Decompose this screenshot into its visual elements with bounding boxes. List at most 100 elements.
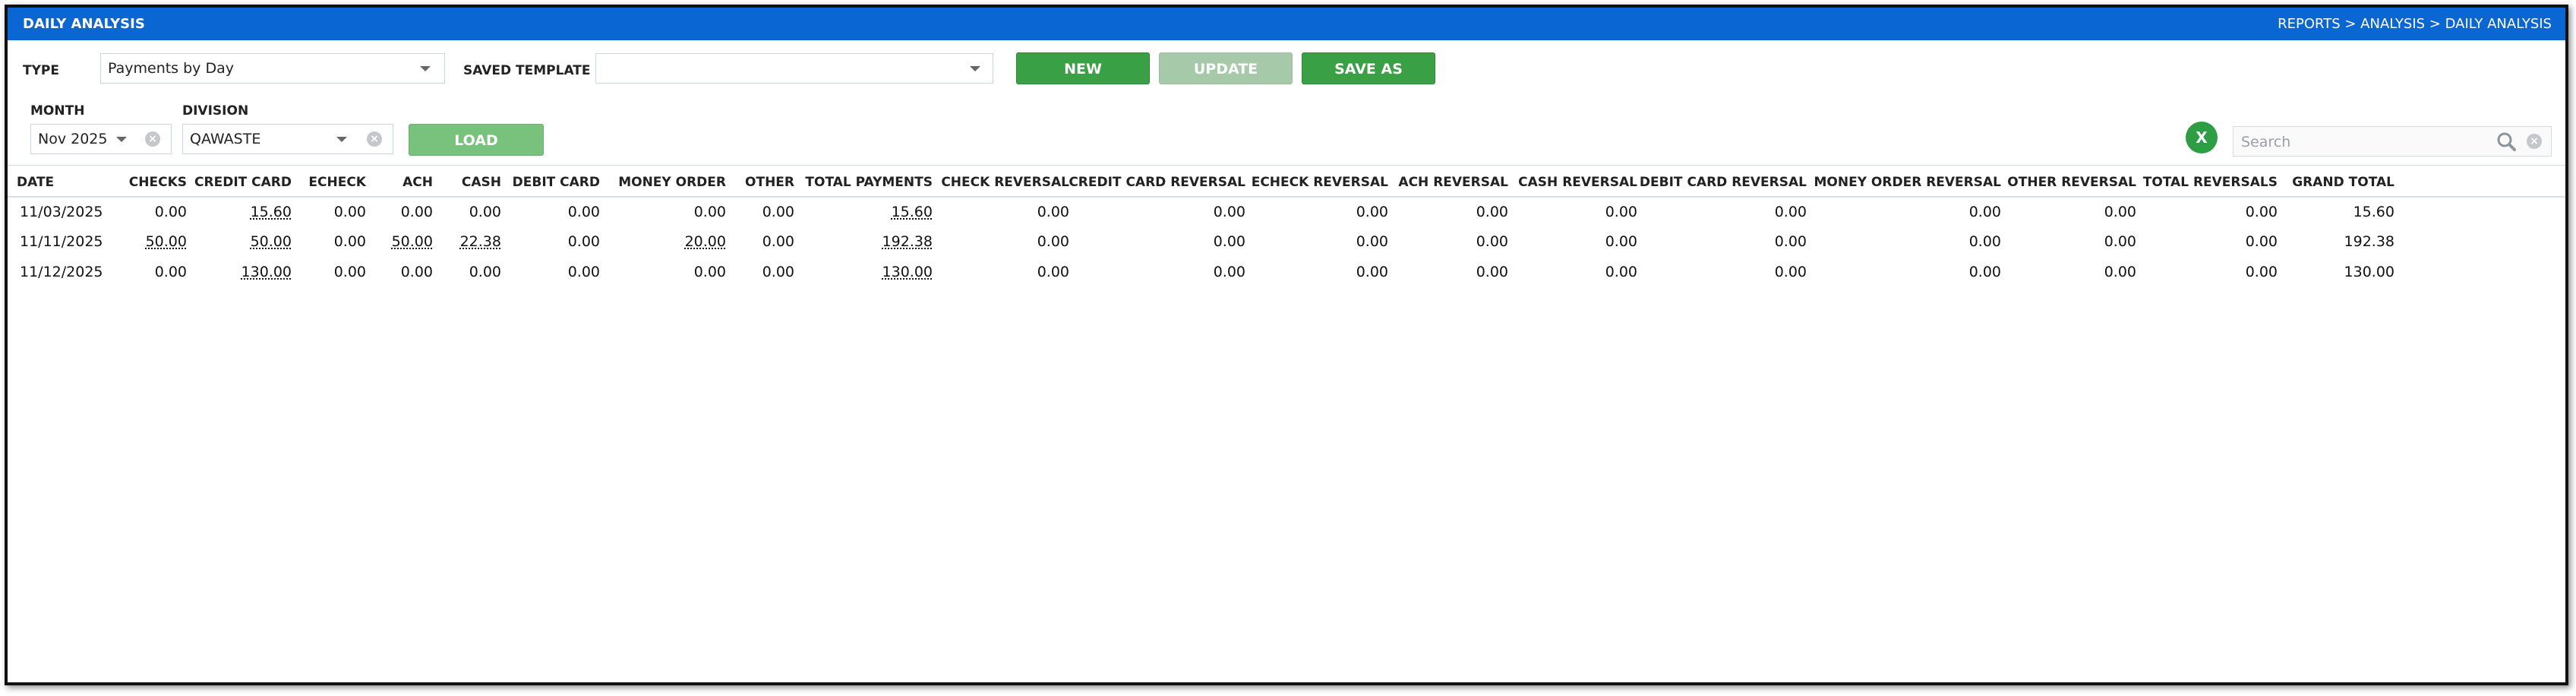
amount-cell: 0.00 bbox=[1605, 264, 1637, 280]
amount-cell[interactable]: 130.00 bbox=[242, 264, 292, 280]
chevron-down-icon bbox=[116, 137, 127, 142]
amount-cell: 0.00 bbox=[1968, 264, 2001, 280]
column-header[interactable]: DEBIT CARD bbox=[513, 175, 600, 190]
clear-division-icon[interactable]: × bbox=[367, 131, 382, 147]
chevron-down-icon bbox=[970, 66, 980, 71]
daily-analysis-window: DAILY ANALYSIS REPORTS > ANALYSIS > DAIL… bbox=[5, 5, 2568, 685]
table-row[interactable]: 11/11/2025 50.00 50.00 0.00 50.00 22.38 0.00 20… bbox=[8, 233, 2565, 256]
amount-cell: 0.00 bbox=[154, 264, 187, 280]
type-select[interactable]: Payments by Day bbox=[100, 53, 445, 84]
column-header[interactable]: TOTAL REVERSALS bbox=[2143, 175, 2278, 190]
amount-cell[interactable]: 22.38 bbox=[460, 233, 501, 250]
clear-search-icon[interactable]: × bbox=[2527, 134, 2542, 149]
amount-cell: 15.60 bbox=[2353, 204, 2394, 220]
search-icon[interactable] bbox=[2496, 131, 2516, 151]
amount-cell: 0.00 bbox=[469, 264, 501, 280]
amount-cell: 0.00 bbox=[2245, 264, 2278, 280]
column-header[interactable]: ACH bbox=[402, 175, 433, 190]
division-label: DIVISION bbox=[182, 103, 249, 119]
amount-cell: 0.00 bbox=[1774, 264, 1807, 280]
amount-cell: 0.00 bbox=[1213, 233, 1245, 250]
division-select-value: QAWASTE bbox=[190, 131, 261, 147]
division-select[interactable]: QAWASTE × bbox=[182, 124, 393, 154]
type-label: TYPE bbox=[23, 63, 59, 78]
column-header[interactable]: CHECKS bbox=[129, 175, 187, 190]
column-header[interactable]: CASH REVERSAL bbox=[1518, 175, 1637, 190]
column-header[interactable]: ECHECK bbox=[308, 175, 366, 190]
update-button[interactable]: UPDATE bbox=[1159, 52, 1293, 84]
amount-cell: 0.00 bbox=[1356, 264, 1388, 280]
table-row[interactable]: 11/12/2025 0.00 130.00 0.00 0.00 0.00 0.00 0.00… bbox=[8, 264, 2565, 286]
clear-month-icon[interactable]: × bbox=[145, 131, 160, 147]
daily-analysis-table: DATE CHECKS CREDIT CARD ECHECK ACH CASH DEBIT … bbox=[8, 165, 2565, 682]
load-button[interactable]: LOAD bbox=[409, 124, 544, 156]
column-header[interactable]: DEBIT CARD REVERSAL bbox=[1640, 175, 1807, 190]
date-cell: 11/12/2025 bbox=[20, 264, 103, 280]
column-header[interactable]: CREDIT CARD REVERSAL bbox=[1069, 175, 1245, 190]
amount-cell[interactable]: 50.00 bbox=[392, 233, 433, 250]
amount-cell: 0.00 bbox=[762, 233, 794, 250]
saved-template-label: SAVED TEMPLATE bbox=[463, 63, 591, 78]
page-title: DAILY ANALYSIS bbox=[23, 16, 145, 32]
amount-cell[interactable]: 50.00 bbox=[146, 233, 187, 250]
table-row[interactable]: 11/03/2025 0.00 15.60 0.00 0.00 0.00 0.00 0.00 0… bbox=[8, 204, 2565, 226]
column-header[interactable]: GRAND TOTAL bbox=[2292, 175, 2394, 190]
column-header[interactable]: OTHER bbox=[745, 175, 794, 190]
amount-cell: 0.00 bbox=[1774, 204, 1807, 220]
amount-cell: 130.00 bbox=[2344, 264, 2394, 280]
month-select[interactable]: Nov 2025 × bbox=[30, 124, 172, 154]
amount-cell: 0.00 bbox=[567, 204, 600, 220]
amount-cell: 0.00 bbox=[693, 264, 726, 280]
column-header[interactable]: CHECK REVERSAL bbox=[941, 175, 1069, 190]
amount-cell: 0.00 bbox=[1605, 233, 1637, 250]
amount-cell: 0.00 bbox=[1774, 233, 1807, 250]
amount-cell: 0.00 bbox=[1037, 264, 1069, 280]
amount-cell: 0.00 bbox=[1213, 264, 1245, 280]
amount-cell: 0.00 bbox=[1213, 204, 1245, 220]
new-button[interactable]: NEW bbox=[1016, 52, 1150, 84]
title-bar: DAILY ANALYSIS REPORTS > ANALYSIS > DAIL… bbox=[8, 8, 2565, 40]
amount-cell: 192.38 bbox=[2344, 233, 2394, 250]
column-header[interactable]: TOTAL PAYMENTS bbox=[805, 175, 933, 190]
save-as-button[interactable]: SAVE AS bbox=[1302, 52, 1435, 84]
amount-cell: 0.00 bbox=[400, 204, 433, 220]
amount-cell: 0.00 bbox=[1356, 204, 1388, 220]
column-header[interactable]: CREDIT CARD bbox=[194, 175, 292, 190]
column-header[interactable]: MONEY ORDER REVERSAL bbox=[1814, 175, 2001, 190]
amount-cell: 0.00 bbox=[567, 264, 600, 280]
excel-export-icon[interactable]: X bbox=[2186, 122, 2218, 153]
breadcrumb[interactable]: REPORTS > ANALYSIS > DAILY ANALYSIS bbox=[2278, 16, 2552, 32]
column-header[interactable]: CASH bbox=[462, 175, 501, 190]
column-header[interactable]: MONEY ORDER bbox=[618, 175, 726, 190]
amount-cell: 0.00 bbox=[1968, 204, 2001, 220]
amount-cell: 0.00 bbox=[333, 204, 366, 220]
table-header: DATE CHECKS CREDIT CARD ECHECK ACH CASH DEBIT … bbox=[8, 165, 2565, 198]
amount-cell[interactable]: 130.00 bbox=[882, 264, 933, 280]
date-cell: 11/11/2025 bbox=[20, 233, 103, 250]
amount-cell: 0.00 bbox=[567, 233, 600, 250]
column-header[interactable]: ECHECK REVERSAL bbox=[1252, 175, 1388, 190]
amount-cell[interactable]: 15.60 bbox=[892, 204, 933, 220]
amount-cell: 0.00 bbox=[333, 233, 366, 250]
amount-cell: 0.00 bbox=[1476, 233, 1508, 250]
chevron-down-icon bbox=[336, 137, 347, 142]
amount-cell[interactable]: 192.38 bbox=[882, 233, 933, 250]
amount-cell: 0.00 bbox=[2104, 233, 2136, 250]
chevron-down-icon bbox=[420, 66, 431, 71]
amount-cell: 0.00 bbox=[2245, 204, 2278, 220]
saved-template-select[interactable] bbox=[595, 53, 993, 84]
amount-cell: 0.00 bbox=[693, 204, 726, 220]
column-header[interactable]: ACH REVERSAL bbox=[1398, 175, 1508, 190]
search-box[interactable]: × bbox=[2233, 126, 2552, 157]
amount-cell[interactable]: 15.60 bbox=[251, 204, 292, 220]
column-header[interactable]: OTHER REVERSAL bbox=[2007, 175, 2136, 190]
search-input[interactable] bbox=[2240, 131, 2493, 153]
column-header[interactable]: DATE bbox=[17, 175, 54, 190]
amount-cell[interactable]: 20.00 bbox=[685, 233, 726, 250]
amount-cell: 0.00 bbox=[469, 204, 501, 220]
amount-cell: 0.00 bbox=[1356, 233, 1388, 250]
amount-cell: 0.00 bbox=[333, 264, 366, 280]
amount-cell: 0.00 bbox=[1037, 204, 1069, 220]
amount-cell: 0.00 bbox=[1605, 204, 1637, 220]
amount-cell[interactable]: 50.00 bbox=[251, 233, 292, 250]
